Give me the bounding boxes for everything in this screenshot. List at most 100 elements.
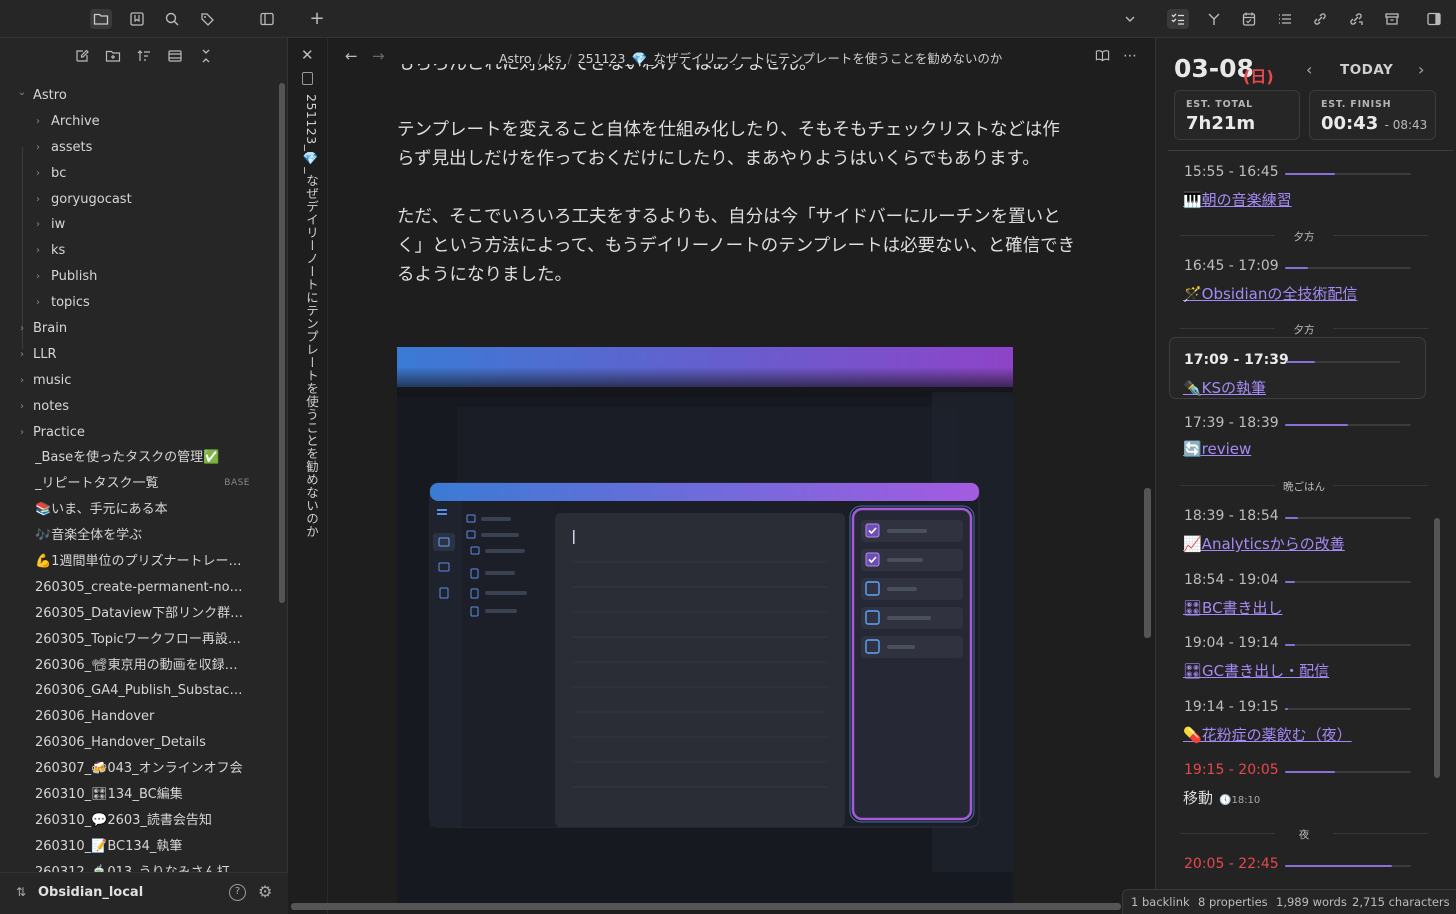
file-label[interactable]: 📚いま、手元にある本 [35,497,246,523]
task-title-link[interactable]: 🎛BC書き出し [1183,597,1283,618]
task-block[interactable]: 18:54 - 19:04 🎛BC書き出し [1170,564,1426,620]
today-button[interactable]: TODAY [1340,62,1393,78]
task-title-link[interactable]: ✒️KSの執筆 [1183,377,1266,398]
folder-label[interactable]: bc [51,161,246,187]
archive-icon[interactable] [1381,9,1403,29]
folder-item[interactable]: › assets [0,135,276,161]
new-note-icon[interactable] [72,48,92,68]
folder-item[interactable]: › ks [0,238,276,264]
file-item[interactable]: 260310_📝BC134_執筆 [0,834,276,860]
folder-item[interactable]: › goryugocast [0,187,276,213]
current-task-block[interactable]: 17:09 - 17:39 ✒️KSの執筆 [1169,337,1426,399]
outline-icon[interactable] [1274,9,1296,29]
task-block[interactable]: 19:14 - 19:15 💊花粉症の薬飲む（夜） [1170,691,1426,747]
file-label[interactable]: 260306_Handover [35,704,246,730]
folder-label[interactable]: Publish [51,264,246,290]
file-item[interactable]: 260305_Dataview下部リンク群の整... [0,601,276,627]
paragraph[interactable]: ただ、そこでいろいろ工夫をするよりも、自分は今「サイドバーにルーチンを置いとく」… [397,203,1077,290]
file-label[interactable]: 260306_Handover_Details [35,730,246,756]
chevron-right-icon[interactable]: › [32,290,44,316]
file-label[interactable]: 260307_🍻043_オンラインオフ会 [35,756,246,782]
help-icon[interactable]: ? [229,884,246,901]
file-label[interactable]: 260305_Topicワークフロー再設計完... [35,627,246,653]
chevron-right-icon[interactable]: › [32,187,44,213]
chevron-right-icon[interactable]: › [32,135,44,161]
chevron-down-icon[interactable]: ⌄ [16,83,28,106]
chevron-right-icon[interactable]: › [32,238,44,264]
backlinks-icon[interactable] [1309,9,1331,29]
folder-item[interactable]: ⌄ Astro [0,83,276,109]
task-title-link[interactable]: 移動 🕔18:10 [1183,787,1260,808]
folder-label[interactable]: assets [51,135,246,161]
file-item[interactable]: _リピートタスク一覧 BASE [0,471,276,497]
reading-view-icon[interactable] [1095,48,1110,67]
chevron-right-icon[interactable]: › [32,109,44,135]
toggle-left-sidebar-icon[interactable] [256,9,278,29]
file-explorer-scrollbar[interactable] [279,83,285,603]
editor-scrollbar[interactable] [1144,488,1151,638]
task-block[interactable]: 15:55 - 16:45 🎹朝の音楽練習 [1170,156,1426,212]
close-tab-icon[interactable]: ✕ [301,46,314,64]
chevron-right-icon[interactable]: › [16,394,28,420]
file-label[interactable]: 260306_GA4_Publish_Substack改... [35,678,246,704]
chevron-down-icon[interactable] [1119,9,1141,29]
task-block[interactable]: 18:39 - 18:54 📈Analyticsからの改善 [1170,500,1426,556]
folder-item[interactable]: › Publish [0,264,276,290]
task-list-icon[interactable] [1167,9,1189,29]
file-item[interactable]: 260306_Handover_Details [0,730,276,756]
file-item[interactable]: 260307_🍻043_オンラインオフ会 [0,756,276,782]
folder-label[interactable]: ks [51,238,246,264]
task-title-link[interactable]: 🔄review [1183,440,1251,458]
file-item[interactable]: 260306_Handover [0,704,276,730]
stacked-tab[interactable]: ✕ 251123_💎_なぜデイリーノートにテンプレートを使うことを勧めないのか [290,38,328,914]
more-options-icon[interactable]: ⋯ [1123,48,1138,64]
calendar-icon[interactable] [1238,9,1260,29]
file-label[interactable]: 💪1週間単位のプリズナートレーニン... [35,549,246,575]
back-arrow-icon[interactable]: ← [345,47,358,65]
sort-icon[interactable] [134,48,154,68]
folder-item[interactable]: › Practice [0,420,276,446]
toggle-right-sidebar-icon[interactable] [1423,9,1445,29]
chevron-right-icon[interactable]: › [16,342,28,368]
file-explorer-icon[interactable] [90,9,112,29]
outgoing-links-icon[interactable] [1345,9,1367,29]
folder-item[interactable]: › Brain [0,316,276,342]
collapse-all-icon[interactable] [196,48,216,68]
previous-day-icon[interactable]: ‹ [1306,60,1312,79]
properties-count[interactable]: 8 properties [1198,895,1268,909]
file-label[interactable]: 260310_💬2603_読書会告知 [35,808,246,834]
folder-label[interactable]: Practice [33,420,246,446]
planner-scrollbar[interactable] [1434,518,1440,778]
folder-item[interactable]: › topics [0,290,276,316]
folder-label[interactable]: LLR [33,342,246,368]
file-label[interactable]: _リピートタスク一覧 [35,471,206,497]
folder-label[interactable]: goryugocast [51,187,246,213]
search-icon[interactable] [161,9,183,29]
file-label[interactable]: 🎶音楽全体を学ぶ [35,523,246,549]
folder-item[interactable]: › LLR [0,342,276,368]
folder-label[interactable]: notes [33,394,246,420]
file-item[interactable]: 260306_📽東京用の動画を収録する [0,653,276,679]
folder-item[interactable]: › Archive [0,109,276,135]
file-label[interactable]: 260305_create-permanent-note改... [35,575,246,601]
task-title-link[interactable]: 🎛GC書き出し・配信 [1183,660,1329,681]
file-item[interactable]: 📚いま、手元にある本 [0,497,276,523]
note-content[interactable]: テンプレートを変えること自体を仕組み化したり、そもそもチェックリストなどは作らず… [397,116,1077,319]
new-folder-icon[interactable] [103,48,123,68]
task-block[interactable]: 16:45 - 17:09 🪄Obsidianの全技術配信 [1170,250,1426,306]
chevron-right-icon[interactable]: › [32,161,44,187]
file-label[interactable]: 260306_📽東京用の動画を収録する [35,653,246,679]
horizontal-scrollbar[interactable] [291,903,1121,910]
file-label[interactable]: 260310_🎛134_BC編集 [35,782,246,808]
file-item[interactable]: 💪1週間単位のプリズナートレーニン... [0,549,276,575]
bookmarks-icon[interactable] [126,9,148,29]
file-label[interactable]: _Baseを使ったタスクの管理✅ [35,445,246,471]
chevron-right-icon[interactable]: › [32,212,44,238]
file-label[interactable]: 260310_📝BC134_執筆 [35,834,246,860]
chevron-right-icon[interactable]: › [16,420,28,446]
file-item[interactable]: 260310_💬2603_読書会告知 [0,808,276,834]
file-item[interactable]: _Baseを使ったタスクの管理✅ [0,445,276,471]
vault-switch-icon[interactable]: ⇅ [16,885,26,899]
forward-arrow-icon[interactable]: → [372,47,385,65]
task-title-link[interactable]: 💊花粉症の薬飲む（夜） [1183,724,1352,745]
